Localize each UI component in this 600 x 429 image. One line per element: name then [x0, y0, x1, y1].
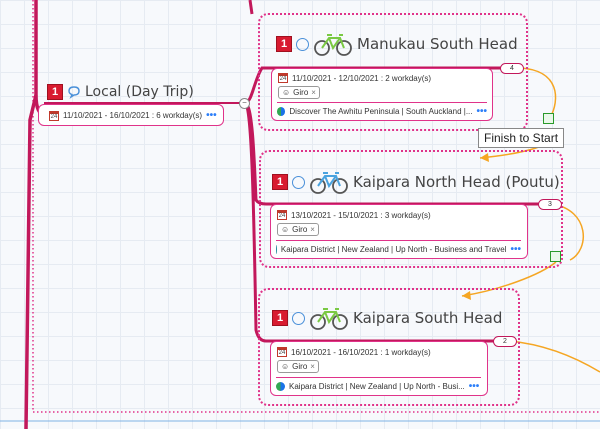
more-options-icon[interactable]: •••	[510, 244, 521, 255]
person-icon: ☺	[281, 225, 290, 234]
person-icon: ☺	[281, 362, 290, 371]
topic-title-kaipara-north[interactable]: 1 Kaipara North Head (Poutu)	[272, 170, 560, 194]
web-link-icon	[277, 107, 286, 116]
progress-circle-icon	[292, 175, 305, 189]
topic-date-range: 11/10/2021 - 12/10/2021 : 2 workday(s)	[292, 73, 432, 83]
collapse-toggle[interactable]: −	[239, 98, 250, 109]
priority-badge: 1	[276, 36, 292, 52]
calendar-icon: 24	[278, 73, 288, 83]
remove-tag-icon[interactable]: ×	[310, 362, 315, 371]
root-date-range: 11/10/2021 - 16/10/2021 : 6 workday(s)	[63, 111, 203, 120]
topic-info-card-kaipara-north[interactable]: 24 13/10/2021 - 15/10/2021 : 3 workday(s…	[270, 204, 528, 259]
priority-badge: 1	[47, 84, 63, 100]
resource-tag-label: Giro	[292, 225, 308, 234]
bicycle-icon	[310, 172, 348, 194]
topic-info-card-kaipara-south[interactable]: 24 16/10/2021 - 16/10/2021 : 1 workday(s…	[270, 341, 488, 396]
remove-tag-icon[interactable]: ×	[311, 88, 316, 97]
task-dependency-icon[interactable]	[550, 251, 561, 262]
resource-tag[interactable]: ☺ Giro ×	[277, 360, 319, 373]
root-info-card[interactable]: 24 11/10/2021 - 16/10/2021 : 6 workday(s…	[38, 104, 224, 126]
progress-circle-icon	[292, 311, 305, 325]
calendar-icon: 24	[277, 347, 287, 357]
calendar-icon: 24	[49, 110, 59, 121]
subtopic-count-badge[interactable]: 3	[538, 199, 562, 210]
root-title-text: Local (Day Trip)	[85, 84, 194, 100]
priority-badge: 1	[272, 310, 288, 326]
subtopic-count-badge[interactable]: 2	[493, 336, 517, 347]
more-options-icon[interactable]: •••	[469, 381, 480, 392]
topic-link[interactable]: Kaipara District | New Zealand | Up Nort…	[289, 382, 465, 391]
topic-date-range: 13/10/2021 - 15/10/2021 : 3 workday(s)	[291, 210, 431, 220]
topic-link[interactable]: Kaipara District | New Zealand | Up Nort…	[281, 245, 507, 254]
topic-title-manukau[interactable]: 1 Manukau South Head	[276, 32, 518, 56]
bicycle-icon	[314, 34, 352, 56]
more-options-icon[interactable]: •••	[206, 110, 217, 121]
speech-bubble-icon	[68, 86, 80, 99]
calendar-icon: 24	[277, 210, 287, 220]
remove-tag-icon[interactable]: ×	[310, 225, 315, 234]
topic-title-text: Kaipara South Head	[353, 309, 503, 327]
resource-tag[interactable]: ☺ Giro ×	[277, 223, 319, 236]
topic-date-range: 16/10/2021 - 16/10/2021 : 1 workday(s)	[291, 347, 431, 357]
person-icon: ☺	[282, 88, 291, 97]
topic-link[interactable]: Discover The Awhitu Peninsula | South Au…	[289, 107, 472, 116]
resource-tag-label: Giro	[293, 88, 309, 97]
subtopic-count-badge[interactable]: 4	[500, 63, 524, 74]
topic-title-text: Manukau South Head	[357, 35, 518, 53]
resource-tag-label: Giro	[292, 362, 308, 371]
dependency-tooltip: Finish to Start	[478, 128, 565, 148]
task-dependency-icon[interactable]	[543, 113, 554, 124]
topic-title-text: Kaipara North Head (Poutu)	[353, 173, 560, 191]
topic-title-kaipara-south[interactable]: 1 Kaipara South Head	[272, 306, 502, 330]
web-link-icon	[276, 245, 277, 254]
bicycle-icon	[310, 308, 348, 330]
web-link-icon	[276, 382, 285, 391]
root-topic-title[interactable]: 1 Local (Day Trip)	[47, 84, 194, 100]
priority-badge: 1	[272, 174, 288, 190]
more-options-icon[interactable]: •••	[476, 106, 487, 117]
progress-circle-icon	[296, 37, 309, 51]
topic-info-card-manukau[interactable]: 24 11/10/2021 - 12/10/2021 : 2 workday(s…	[271, 68, 493, 121]
resource-tag[interactable]: ☺ Giro ×	[278, 86, 320, 99]
